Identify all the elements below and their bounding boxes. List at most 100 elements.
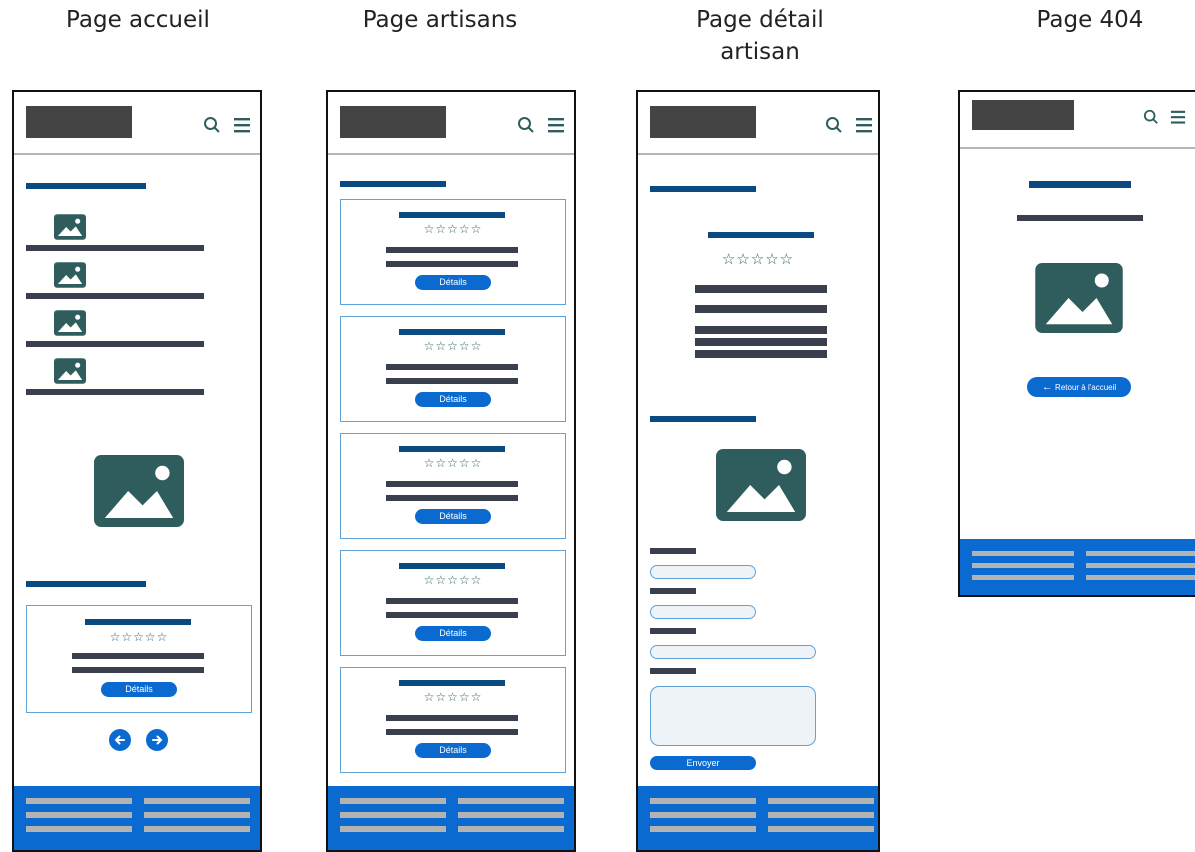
text-bar: [386, 729, 518, 735]
footer-link-bar[interactable]: [1086, 563, 1195, 568]
message-textarea[interactable]: [650, 686, 816, 746]
section-heading-bar: [340, 181, 446, 187]
text-bar: [386, 261, 518, 267]
text-bar: [72, 653, 204, 659]
footer-link-bar[interactable]: [1086, 551, 1195, 556]
text-bar: [386, 495, 518, 501]
page-title-detail-artisan: Page détail artisan: [696, 7, 824, 65]
artisan-card: ☆☆☆☆☆ Détails: [340, 199, 566, 305]
artisan-card: ☆☆☆☆☆ Détails: [340, 316, 566, 422]
menu-icon[interactable]: [547, 116, 565, 134]
footer-link-bar[interactable]: [972, 563, 1074, 568]
artisan-card: ☆☆☆☆☆ Détails: [26, 605, 252, 713]
footer-link-bar[interactable]: [26, 812, 132, 818]
text-bar: [386, 378, 518, 384]
name-field[interactable]: [650, 565, 756, 579]
card-title-bar: [399, 680, 505, 686]
carousel-next-button[interactable]: [146, 729, 168, 751]
text-bar: [26, 341, 204, 347]
section-heading-bar: [650, 416, 756, 422]
details-button[interactable]: Détails: [415, 509, 491, 524]
menu-icon[interactable]: [855, 116, 873, 134]
rating-stars: ☆☆☆☆☆: [423, 573, 483, 587]
footer-link-bar[interactable]: [650, 798, 756, 804]
text-bar: [386, 247, 518, 253]
rating-stars: ☆☆☆☆☆: [423, 690, 483, 704]
card-title-bar: [399, 446, 505, 452]
subject-field[interactable]: [650, 645, 816, 659]
footer-link-bar[interactable]: [650, 812, 756, 818]
back-home-button[interactable]: ← Retour à l'accueil: [1027, 377, 1131, 397]
wireframe-page-accueil: ☆☆☆☆☆ Détails: [12, 90, 262, 852]
form-label-bar: [650, 668, 696, 674]
rating-stars: ☆☆☆☆☆: [423, 222, 483, 236]
arrow-left-icon: [114, 735, 125, 745]
text-bar: [26, 293, 204, 299]
card-title-bar: [399, 212, 505, 218]
send-button[interactable]: Envoyer: [650, 756, 756, 770]
email-field[interactable]: [650, 605, 756, 619]
text-bar: [72, 667, 204, 673]
footer-link-bar[interactable]: [1086, 575, 1195, 580]
text-bar: [386, 715, 518, 721]
artisan-card: ☆☆☆☆☆ Détails: [340, 433, 566, 539]
rating-stars: ☆☆☆☆☆: [721, 250, 795, 268]
image-icon: [54, 262, 86, 288]
wireframe-page-404: ← Retour à l'accueil: [958, 90, 1195, 597]
footer-link-bar[interactable]: [144, 798, 250, 804]
footer-link-bar[interactable]: [340, 812, 446, 818]
search-icon[interactable]: [203, 116, 221, 134]
logo-placeholder: [340, 106, 446, 138]
text-bar: [26, 389, 204, 395]
search-icon[interactable]: [1143, 109, 1159, 125]
search-icon[interactable]: [517, 116, 535, 134]
details-button[interactable]: Détails: [415, 392, 491, 407]
wireframe-page-detail-artisan: ☆☆☆☆☆ Envoyer: [636, 90, 880, 852]
search-icon[interactable]: [825, 116, 843, 134]
footer-link-bar[interactable]: [650, 826, 756, 832]
details-button[interactable]: Détails: [101, 682, 177, 697]
footer-link-bar[interactable]: [26, 798, 132, 804]
details-button[interactable]: Détails: [415, 743, 491, 758]
logo-placeholder: [650, 106, 756, 138]
footer-link-bar[interactable]: [972, 575, 1074, 580]
footer-link-bar[interactable]: [768, 798, 874, 804]
footer: [638, 786, 878, 850]
image-icon: [54, 214, 86, 240]
footer: [328, 786, 574, 850]
carousel-prev-button[interactable]: [109, 729, 131, 751]
image-icon: [716, 449, 806, 521]
text-bar: [695, 350, 827, 358]
wireframe-page-artisans: ☆☆☆☆☆ Détails ☆☆☆☆☆ Détails ☆☆☆☆☆ Détail…: [326, 90, 576, 852]
text-bar: [695, 326, 827, 334]
section-heading-bar: [26, 183, 146, 189]
footer-link-bar[interactable]: [26, 826, 132, 832]
footer-link-bar[interactable]: [340, 826, 446, 832]
rating-stars: ☆☆☆☆☆: [423, 339, 483, 353]
back-home-label: Retour à l'accueil: [1055, 383, 1117, 392]
card-title-bar: [85, 619, 191, 625]
footer-link-bar[interactable]: [458, 826, 564, 832]
footer-link-bar[interactable]: [144, 826, 250, 832]
footer-link-bar[interactable]: [458, 812, 564, 818]
header-divider: [960, 147, 1195, 149]
footer-link-bar[interactable]: [972, 551, 1074, 556]
artisan-card: ☆☆☆☆☆ Détails: [340, 667, 566, 773]
footer-link-bar[interactable]: [458, 798, 564, 804]
text-bar: [386, 598, 518, 604]
card-title-bar: [399, 563, 505, 569]
menu-icon[interactable]: [233, 116, 251, 134]
header-divider: [638, 153, 878, 155]
artisan-card: ☆☆☆☆☆ Détails: [340, 550, 566, 656]
image-icon: [1035, 263, 1123, 333]
footer-link-bar[interactable]: [144, 812, 250, 818]
image-icon: [54, 310, 86, 336]
footer-link-bar[interactable]: [340, 798, 446, 804]
error-text-bar: [1017, 215, 1143, 221]
text-bar: [695, 305, 827, 313]
menu-icon[interactable]: [1170, 109, 1186, 125]
details-button[interactable]: Détails: [415, 626, 491, 641]
footer-link-bar[interactable]: [768, 812, 874, 818]
footer-link-bar[interactable]: [768, 826, 874, 832]
details-button[interactable]: Détails: [415, 275, 491, 290]
